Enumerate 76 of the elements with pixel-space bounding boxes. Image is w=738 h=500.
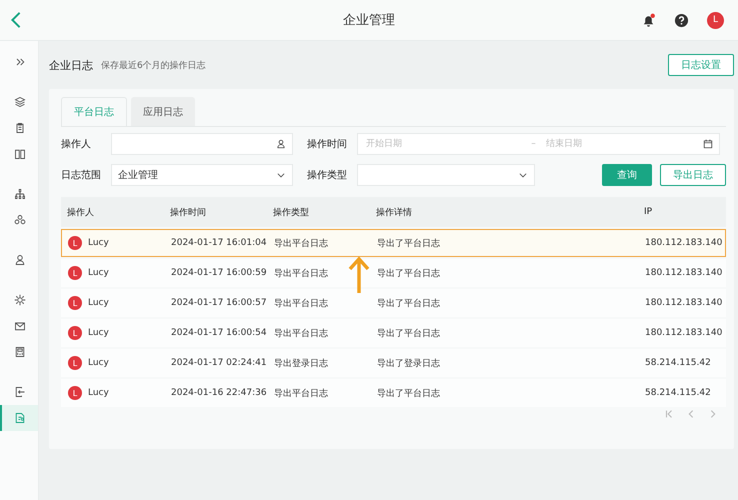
table-row[interactable]: L Lucy 2024-01-17 16:00:54 导出平台日志 导出了平台日志 180.112.183.140 [61,319,726,347]
table-cell-text: 导出了平台日志 [377,238,441,250]
column-header: IP [644,207,654,217]
table-cell-text: 导出平台日志 [274,238,329,250]
table-cell-text: 导出了登录日志 [377,358,441,370]
table-cell-text: 导出平台日志 [274,388,329,400]
table-cell-text: 58.214.115.42 [645,388,712,398]
table-cell-text: 180.112.183.140 [645,268,724,278]
table-cell-text: 180.112.183.140 [645,328,724,338]
field-label: 操作类型 [307,168,348,182]
table-cell: Lucy [88,358,109,368]
table-cell-text: 导出了平台日志 [377,268,441,280]
operator-field[interactable] [111,133,293,155]
table-cell: Lucy [88,238,109,248]
table-row[interactable]: L Lucy 2024-01-16 22:47:36 导出平台日志 导出了平台日志 58.214.115.42 [61,379,726,407]
column-header: 操作时间 [170,206,207,218]
table-cell: Lucy [88,298,109,308]
user-avatar: L [68,386,82,400]
expand-icon [14,56,26,68]
table-cell: Lucy [88,328,109,338]
calendar-icon [703,139,713,149]
user-avatar: L [68,326,82,340]
layers-icon [14,96,26,108]
tab[interactable]: 应用日志 [131,97,195,126]
table-cell: Lucy [88,268,109,278]
table-cell-text: 2024-01-17 16:00:57 [171,298,268,308]
table-cell-text: 2024-01-16 22:47:36 [171,388,268,398]
end-date-input[interactable]: 结束日期 [544,138,703,150]
table-cell-text: 导出登录日志 [274,358,329,370]
table-row[interactable]: L Lucy 2024-01-17 16:00:57 导出平台日志 导出了平台日志 180.112.183.140 [61,289,726,317]
user-avatar: L [68,266,82,280]
document-icon [14,412,26,424]
column-header: 操作人 [66,206,95,218]
field-label: 操作时间 [307,138,348,151]
table-cell-text: 2024-01-17 16:01:04 [171,238,268,248]
clipboard-icon [14,122,26,134]
nodes-icon [14,214,26,226]
scope-dropdown[interactable]: 企业管理 [111,164,293,186]
calculator-icon [14,346,26,358]
table-cell-text: 180.112.183.140 [645,298,724,308]
table-cell: Lucy [88,388,109,398]
section-subtitle: 保存最近6个月的操作日志 [101,60,206,72]
user-avatar: L [68,236,82,250]
table-cell-text: 2024-01-17 02:24:41 [171,358,268,368]
table-cell-text: 2024-01-17 16:00:59 [171,268,268,278]
section-title: 企业日志 [49,58,93,72]
table-cell-text: 导出平台日志 [274,268,329,280]
user-avatar[interactable]: L [707,12,724,28]
user-icon [14,254,26,266]
help-icon[interactable] [674,12,689,28]
table-cell-text: 导出了平台日志 [377,298,441,310]
table-cell-text: 导出平台日志 [274,298,329,310]
bell-icon[interactable] [641,12,656,28]
table-cell-text: 180.112.183.140 [645,238,724,248]
user-avatar: L [68,356,82,370]
table-cell-text: 导出了平台日志 [377,388,441,400]
user-icon [276,139,286,149]
table-cell-text: 导出平台日志 [274,328,329,340]
field-label: 操作人 [61,138,92,151]
field-label: 日志范围 [61,168,102,182]
column-header: 操作类型 [273,206,310,218]
back-icon[interactable] [10,11,22,29]
page-title: 企业管理 [343,12,395,29]
mail-icon [14,320,26,332]
hierarchy-icon [14,188,26,200]
table-row[interactable]: L Lucy 2024-01-17 16:01:04 导出平台日志 导出了平台日志 180.112.183.140 [61,229,726,257]
user-avatar: L [68,296,82,310]
table-row[interactable]: L Lucy 2024-01-17 16:00:59 导出平台日志 导出了平台日志 180.112.183.140 [61,259,726,287]
exit-icon [14,386,26,398]
table-row[interactable]: L Lucy 2024-01-17 02:24:41 导出登录日志 导出了登录日志 58.214.115.42 [61,349,726,377]
table-cell-text: 导出了平台日志 [377,328,441,340]
column-header: 操作详情 [376,206,413,218]
table-cell-text: 58.214.115.42 [645,358,712,368]
range-separator: – [531,139,536,149]
table-cell-text: 2024-01-17 16:00:54 [171,328,268,338]
start-date-input[interactable]: 开始日期 [364,138,524,150]
